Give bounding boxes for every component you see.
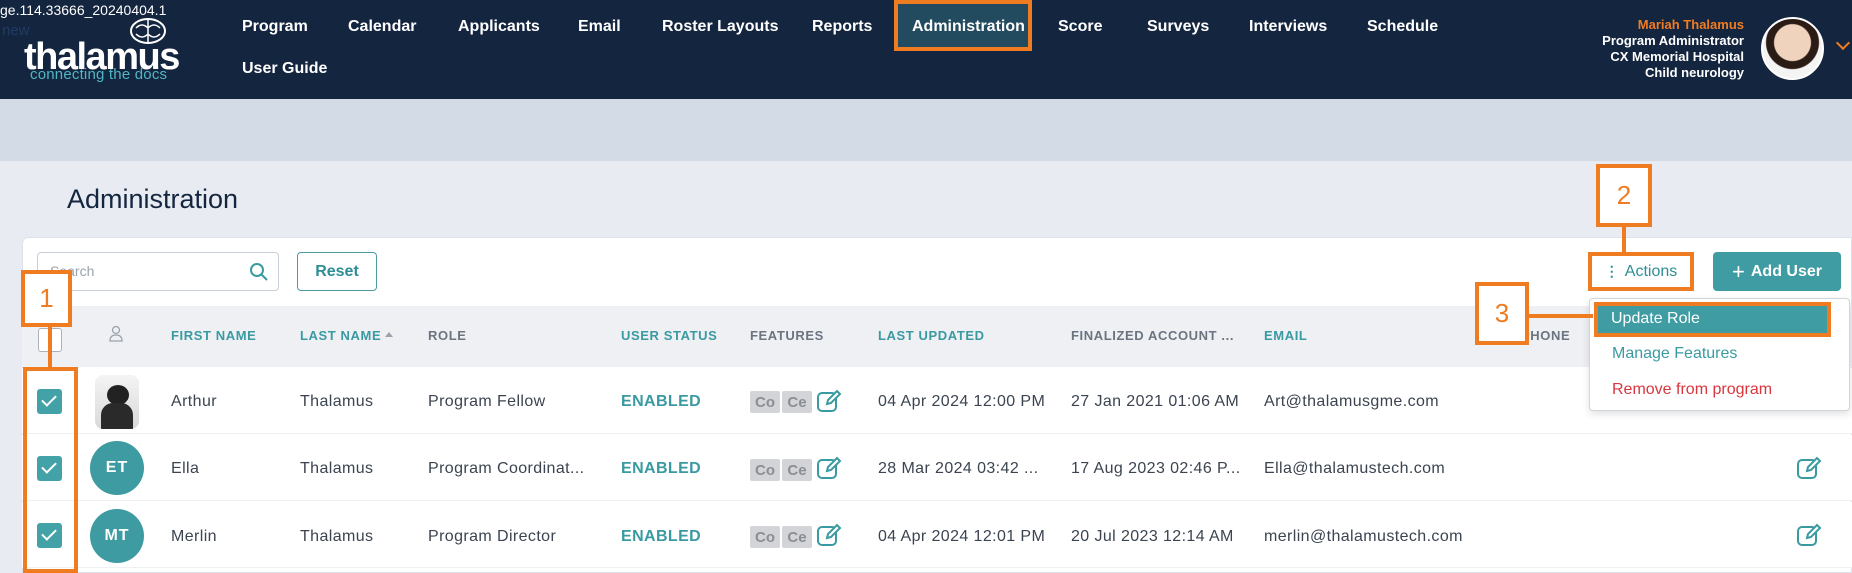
last-name-cell: Thalamus — [300, 528, 374, 545]
page-title: Administration — [67, 184, 239, 214]
nav-user-guide[interactable]: User Guide — [242, 60, 327, 78]
header-last-updated[interactable]: LAST UPDATED — [878, 328, 985, 343]
kebab-icon: ⋮ — [1604, 263, 1619, 279]
feature-badge-ce: Ce — [782, 391, 812, 413]
plus-icon: + — [1732, 258, 1745, 284]
user-info[interactable]: Mariah Thalamus Program Administrator CX… — [1602, 17, 1744, 81]
user-avatar[interactable] — [1761, 17, 1824, 80]
feature-badge-ce: Ce — [782, 526, 812, 548]
reset-button[interactable]: Reset — [297, 252, 377, 291]
header-user-status[interactable]: USER STATUS — [621, 328, 717, 343]
edit-user-icon[interactable] — [1796, 455, 1822, 481]
nav-email[interactable]: Email — [578, 18, 621, 36]
marker-1-connector — [48, 327, 52, 367]
thalamus-logo[interactable]: thalamus connecting the docs — [24, 16, 184, 86]
edit-features-icon[interactable] — [816, 522, 842, 548]
nav-administration[interactable]: Administration — [912, 18, 1025, 36]
logo-tagline: connecting the docs — [30, 66, 168, 83]
email-cell: Art@thalamusgme.com — [1264, 393, 1440, 410]
add-user-label: Add User — [1750, 262, 1822, 280]
last-updated-cell: 04 Apr 2024 12:01 PM — [878, 528, 1046, 545]
marker-3-connector — [1529, 314, 1593, 318]
feature-badge-co: Co — [750, 526, 780, 548]
nav-calendar[interactable]: Calendar — [348, 18, 416, 36]
user-name: Mariah Thalamus — [1637, 17, 1744, 32]
status-badge: ENABLED — [621, 460, 702, 477]
nav-schedule[interactable]: Schedule — [1367, 18, 1438, 36]
marker-2-connector — [1622, 227, 1626, 252]
status-badge: ENABLED — [621, 393, 702, 410]
feature-badge-ce: Ce — [782, 459, 812, 481]
header-finalized-account[interactable]: FINALIZED ACCOUNT ... — [1071, 328, 1234, 343]
menu-item-manage-features[interactable]: Manage Features — [1612, 345, 1737, 363]
checkbox-column-highlight — [23, 367, 78, 573]
avatar — [95, 375, 139, 429]
search-input[interactable] — [50, 263, 240, 279]
header-role[interactable]: ROLE — [428, 328, 467, 343]
nav-program[interactable]: Program — [242, 18, 308, 36]
user-role: Program Administrator — [1602, 33, 1744, 48]
add-user-button[interactable]: + Add User — [1713, 252, 1841, 291]
edit-features-icon[interactable] — [816, 388, 842, 414]
header-last-name-label: LAST NAME — [300, 328, 382, 343]
edit-features-icon[interactable] — [816, 455, 842, 481]
nav-surveys[interactable]: Surveys — [1147, 18, 1209, 36]
actions-label: Actions — [1624, 262, 1678, 280]
nav-reports[interactable]: Reports — [812, 18, 872, 36]
marker-3: 3 — [1475, 282, 1529, 345]
feature-badge-co: Co — [750, 459, 780, 481]
header-last-name[interactable]: LAST NAME — [300, 328, 394, 343]
user-hospital: CX Memorial Hospital — [1610, 49, 1744, 64]
email-cell: Ella@thalamustech.com — [1264, 460, 1446, 477]
last-name-cell: Thalamus — [300, 393, 374, 410]
subbar-link[interactable]: new — [2, 22, 30, 39]
menu-item-remove-from-program[interactable]: Remove from program — [1612, 381, 1772, 399]
user-department: Child neurology — [1645, 65, 1744, 80]
avatar: ET — [90, 441, 144, 495]
last-updated-cell: 28 Mar 2024 03:42 ... — [878, 460, 1039, 477]
actions-dropdown: Update Role Manage Features Remove from … — [1589, 298, 1850, 411]
status-badge: ENABLED — [621, 528, 702, 545]
search-icon[interactable] — [249, 262, 269, 282]
last-name-cell: Thalamus — [300, 460, 374, 477]
last-updated-cell: 04 Apr 2024 12:00 PM — [878, 393, 1046, 410]
avatar: MT — [90, 509, 144, 563]
person-icon — [109, 325, 123, 342]
finalized-cell: 27 Jan 2021 01:06 AM — [1071, 393, 1240, 410]
first-name-cell: Merlin — [171, 528, 217, 545]
nav-roster-layouts[interactable]: Roster Layouts — [662, 18, 778, 36]
marker-2: 2 — [1596, 164, 1652, 227]
first-name-cell: Ella — [171, 460, 200, 477]
sort-up-icon — [385, 332, 394, 337]
role-cell: Program Coordinat... — [428, 460, 585, 477]
nav-applicants[interactable]: Applicants — [458, 18, 540, 36]
header-features[interactable]: FEATURES — [750, 328, 824, 343]
finalized-cell: 17 Aug 2023 02:46 P... — [1071, 460, 1241, 477]
header-email[interactable]: EMAIL — [1264, 328, 1307, 343]
finalized-cell: 20 Jul 2023 12:14 AM — [1071, 528, 1234, 545]
first-name-cell: Arthur — [171, 393, 217, 410]
nav-score[interactable]: Score — [1058, 18, 1102, 36]
marker-1: 1 — [21, 270, 72, 327]
email-cell: merlin@thalamustech.com — [1264, 528, 1463, 545]
role-cell: Program Director — [428, 528, 557, 545]
nav-interviews[interactable]: Interviews — [1249, 18, 1327, 36]
role-cell: Program Fellow — [428, 393, 546, 410]
header-first-name[interactable]: FIRST NAME — [171, 328, 256, 343]
feature-badge-co: Co — [750, 391, 780, 413]
menu-item-update-role[interactable]: Update Role — [1611, 310, 1700, 328]
actions-button[interactable]: ⋮ Actions — [1588, 252, 1694, 291]
edit-user-icon[interactable] — [1796, 522, 1822, 548]
search-box[interactable] — [37, 252, 279, 291]
sub-bar — [0, 99, 1852, 161]
